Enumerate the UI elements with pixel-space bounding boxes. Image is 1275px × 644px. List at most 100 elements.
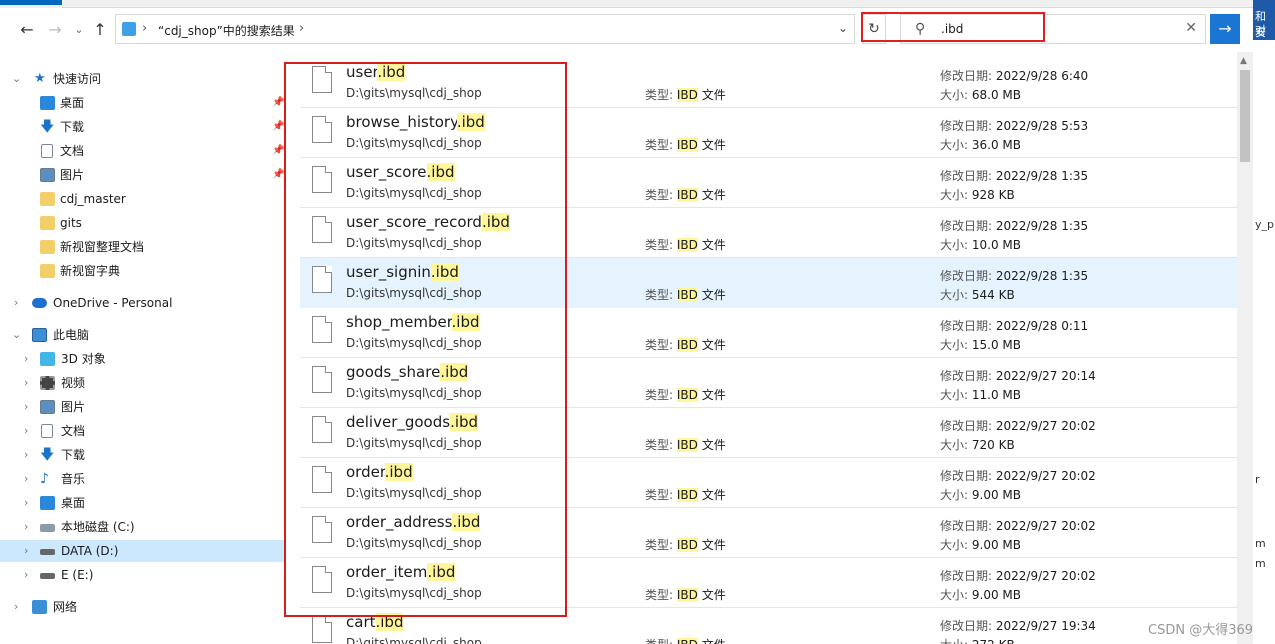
sidebar-item-documents[interactable]: 文档 📌	[0, 140, 285, 162]
file-name[interactable]: user_score_record.ibd	[346, 213, 510, 231]
chevron-right-icon[interactable]: ›	[24, 420, 34, 442]
file-size: 大小: 928 KB	[940, 188, 1015, 202]
chevron-right-icon[interactable]: ›	[24, 444, 34, 466]
chevron-right-icon[interactable]: ›	[24, 516, 34, 538]
search-highlight: .ibd	[440, 363, 469, 381]
pin-icon[interactable]: 📌	[272, 92, 284, 114]
file-row[interactable]: user_score.ibd D:\gits\mysql\cdj_shop 类型: …	[300, 158, 1237, 208]
file-path: D:\gits\mysql\cdj_shop	[346, 336, 482, 350]
file-row[interactable]: order_item.ibd D:\gits\mysql\cdj_shop 类型: …	[300, 558, 1237, 608]
sidebar-item-onedrive[interactable]: › OneDrive - Personal	[0, 292, 285, 314]
file-name[interactable]: order_item.ibd	[346, 563, 456, 581]
sidebar-item-videos[interactable]: › 视频	[0, 372, 285, 394]
ribbon-tab-file[interactable]	[0, 0, 62, 5]
breadcrumb-path[interactable]: “cdj_shop”中的搜索结果	[158, 22, 295, 39]
chevron-down-icon[interactable]: ⌄	[12, 324, 22, 346]
file-icon	[312, 366, 332, 393]
file-icon	[312, 566, 332, 593]
vertical-scrollbar[interactable]: ▲	[1237, 52, 1253, 644]
sidebar-item-pc-documents[interactable]: › 文档	[0, 420, 285, 442]
sidebar-item-network[interactable]: › 网络	[0, 596, 285, 618]
pin-icon[interactable]: 📌	[272, 164, 284, 186]
chevron-right-icon[interactable]: ›	[24, 348, 34, 370]
sidebar-item-downloads[interactable]: 🡇 下载 📌	[0, 116, 285, 138]
sidebar-item-docs-folder[interactable]: 新视窗整理文档	[0, 236, 285, 258]
search-folder-icon	[122, 22, 136, 36]
file-name[interactable]: deliver_goods.ibd	[346, 413, 479, 431]
search-go-button[interactable]: →	[1210, 14, 1240, 44]
forward-arrow-icon[interactable]: →	[44, 20, 66, 39]
sidebar-item-pictures[interactable]: 图片 📌	[0, 164, 285, 186]
sidebar-item-cdj-master[interactable]: cdj_master	[0, 188, 285, 210]
sidebar-item-pc-downloads[interactable]: › 🡇 下载	[0, 444, 285, 466]
sidebar-item-this-pc[interactable]: ⌄ 此电脑	[0, 324, 285, 346]
pictures-icon	[40, 168, 55, 182]
desktop-icon	[40, 96, 55, 110]
file-row[interactable]: shop_member.ibd D:\gits\mysql\cdj_shop 类型:…	[300, 308, 1237, 358]
search-highlight: .ibd	[427, 563, 456, 581]
file-row[interactable]: browse_history.ibd D:\gits\mysql\cdj_shop…	[300, 108, 1237, 158]
file-path: D:\gits\mysql\cdj_shop	[346, 586, 482, 600]
file-row[interactable]: order.ibd D:\gits\mysql\cdj_shop 类型: IBD 文…	[300, 458, 1237, 508]
drive-icon	[40, 573, 55, 579]
file-name[interactable]: order_address.ibd	[346, 513, 481, 531]
file-name[interactable]: shop_member.ibd	[346, 313, 480, 331]
modified-date: 修改日期: 2022/9/28 0:11	[940, 319, 1089, 333]
file-row[interactable]: user_signin.ibd D:\gits\mysql\cdj_shop 类型:…	[300, 258, 1237, 308]
file-name[interactable]: goods_share.ibd	[346, 363, 469, 381]
up-arrow-icon[interactable]: ↑	[89, 20, 111, 39]
chevron-right-icon[interactable]: ›	[14, 292, 24, 314]
file-size: 大小: 544 KB	[940, 288, 1015, 302]
recent-chevron-down-icon[interactable]: ⌄	[68, 20, 90, 38]
sidebar-item-desktop[interactable]: 桌面 📌	[0, 92, 285, 114]
pin-icon[interactable]: 📌	[272, 140, 284, 162]
file-row[interactable]: user_score_record.ibd D:\gits\mysql\cdj_s…	[300, 208, 1237, 258]
sidebar-item-drive-e[interactable]: › E (E:)	[0, 564, 285, 586]
sidebar-item-drive-c[interactable]: › 本地磁盘 (C:)	[0, 516, 285, 538]
sidebar-item-3d-objects[interactable]: › 3D 对象	[0, 348, 285, 370]
address-bar[interactable]: › “cdj_shop”中的搜索结果 › ⌄	[115, 14, 855, 44]
chevron-right-icon[interactable]: ›	[24, 564, 34, 586]
file-name[interactable]: browse_history.ibd	[346, 113, 485, 131]
sidebar-item-dictionary-folder[interactable]: 新视窗字典	[0, 260, 285, 282]
scrollbar-thumb[interactable]	[1240, 70, 1250, 162]
sidebar-item-music[interactable]: › ♪ 音乐	[0, 468, 285, 490]
modified-date: 修改日期: 2022/9/28 1:35	[940, 269, 1089, 283]
file-row[interactable]: cart.ibd D:\gits\mysql\cdj_shop 类型: IBD 文件…	[300, 608, 1237, 644]
file-row[interactable]: user.ibd D:\gits\mysql\cdj_shop 类型: IBD 文件…	[300, 58, 1237, 108]
chevron-right-icon[interactable]: ›	[24, 372, 34, 394]
file-row[interactable]: deliver_goods.ibd D:\gits\mysql\cdj_shop 类…	[300, 408, 1237, 458]
scroll-up-icon[interactable]: ▲	[1240, 56, 1247, 66]
document-icon	[41, 424, 53, 438]
chevron-right-icon[interactable]: ›	[24, 396, 34, 418]
sidebar-item-quick-access[interactable]: ⌄ ★ 快速访问	[0, 68, 285, 90]
chevron-right-icon[interactable]: ›	[24, 492, 34, 514]
file-name[interactable]: user_score.ibd	[346, 163, 455, 181]
sidebar-item-pc-pictures[interactable]: › 图片	[0, 396, 285, 418]
chevron-right-icon[interactable]: ›	[24, 540, 34, 562]
file-type: 类型: IBD 文件	[645, 238, 726, 252]
search-highlight: .ibd	[481, 213, 510, 231]
file-name[interactable]: user.ibd	[346, 63, 406, 81]
navigation-bar: ← → ⌄ ↑ › “cdj_shop”中的搜索结果 › ⌄ ↻ ⚲ .ibd …	[0, 8, 1253, 48]
sidebar-item-pc-desktop[interactable]: › 桌面	[0, 492, 285, 514]
file-type: 类型: IBD 文件	[645, 636, 726, 644]
address-dropdown-chevron-icon[interactable]: ⌄	[838, 21, 848, 35]
pin-icon[interactable]: 📌	[272, 116, 284, 138]
file-row[interactable]: goods_share.ibd D:\gits\mysql\cdj_shop 类型:…	[300, 358, 1237, 408]
file-name[interactable]: user_signin.ibd	[346, 263, 459, 281]
sidebar-item-drive-d[interactable]: › DATA (D:)	[0, 540, 285, 562]
breadcrumb-chevron-icon[interactable]: ›	[299, 21, 304, 36]
file-name[interactable]: order.ibd	[346, 463, 413, 481]
file-row[interactable]: order_address.ibd D:\gits\mysql\cdj_shop 类…	[300, 508, 1237, 558]
search-highlight: .ibd	[426, 163, 455, 181]
breadcrumb-chevron-icon[interactable]: ›	[142, 21, 147, 36]
back-arrow-icon[interactable]: ←	[16, 20, 38, 39]
file-name[interactable]: cart.ibd	[346, 613, 404, 631]
sidebar-item-gits[interactable]: gits	[0, 212, 285, 234]
chevron-down-icon[interactable]: ⌄	[12, 68, 22, 90]
file-path: D:\gits\mysql\cdj_shop	[346, 236, 482, 250]
chevron-right-icon[interactable]: ›	[14, 596, 24, 618]
clear-search-icon[interactable]: ✕	[1185, 20, 1197, 36]
chevron-right-icon[interactable]: ›	[24, 468, 34, 490]
